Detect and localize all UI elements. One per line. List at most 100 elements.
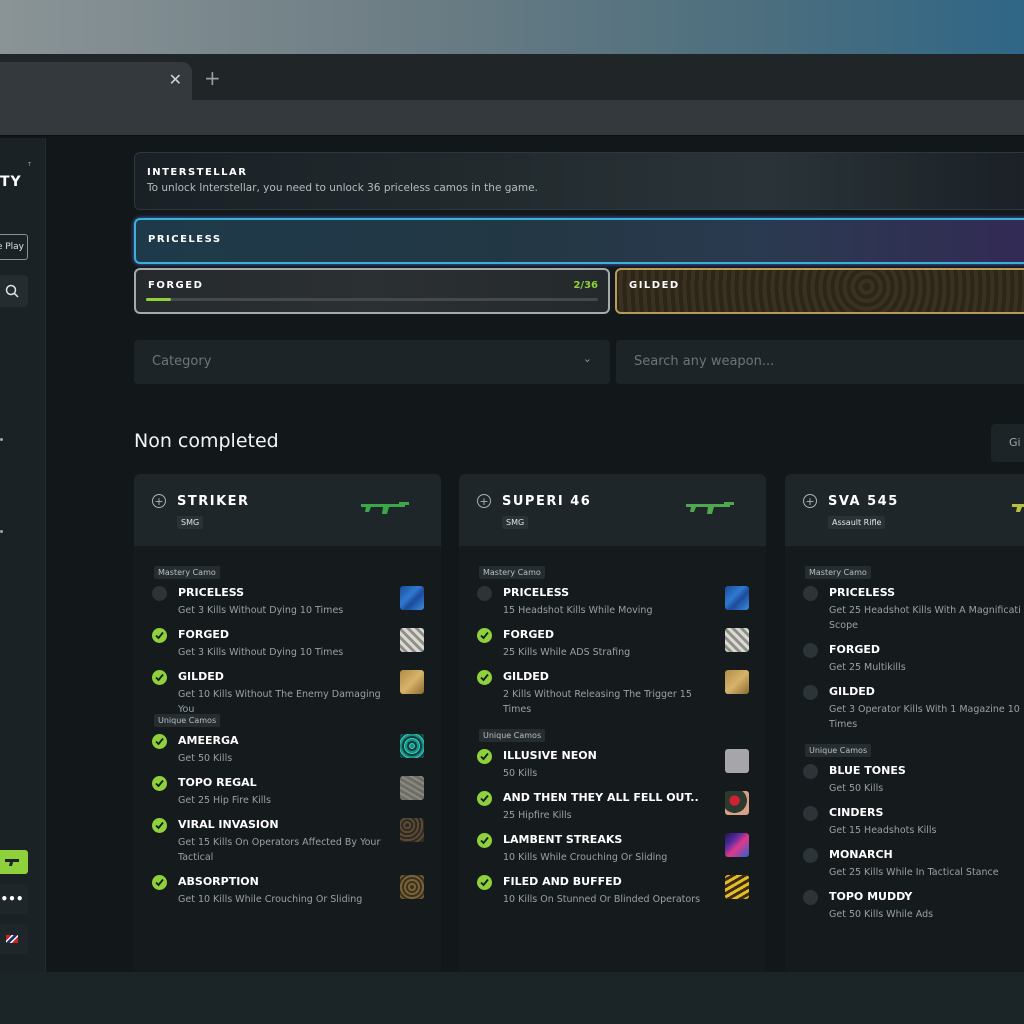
progress-fill — [146, 298, 172, 301]
add-circle-icon[interactable]: + — [803, 494, 817, 508]
unchecked-icon — [803, 643, 818, 658]
progress-count: 2/36 — [573, 280, 598, 291]
camo-name: LAMBENT STREAKS — [503, 833, 623, 846]
search-placeholder: Search any weapon... — [634, 354, 775, 369]
mastery-interstellar[interactable]: INTERSTELLAR To unlock Interstellar, you… — [134, 152, 1024, 210]
camo-description: Get 50 Kills — [178, 753, 233, 764]
address-bar[interactable] — [0, 100, 1024, 136]
weapon-card[interactable]: + SUPERI 46 SMG Mastery Camo PRICELESS 15 Hea… — [459, 474, 766, 972]
mastery-title: GILDED — [629, 280, 680, 291]
camo-description: Get 3 Operator Kills With 1 Magazine 10 … — [829, 704, 1020, 730]
check-icon — [152, 875, 167, 890]
camo-description: 10 Kills While Crouching Or Sliding — [503, 852, 668, 863]
check-icon — [477, 670, 492, 685]
camo-group-label: Unique Camos — [805, 744, 872, 757]
unchecked-icon — [803, 764, 818, 779]
camo-description: Get 15 Headshots Kills — [829, 825, 937, 836]
camo-name: VIRAL INVASION — [178, 818, 279, 831]
page: T TY e Play ••• — [0, 138, 1024, 972]
check-icon — [477, 875, 492, 890]
check-icon — [477, 628, 492, 643]
new-tab-icon[interactable]: + — [204, 66, 221, 90]
gun-icon — [5, 859, 19, 866]
camo-name: CINDERS — [829, 806, 884, 819]
weapon-card-header: + SVA 545 Assault Rifle — [785, 474, 1024, 546]
google-play-button[interactable]: e Play — [0, 234, 28, 260]
search-button[interactable] — [0, 275, 28, 307]
play-label: e Play — [0, 242, 24, 252]
camo-description: Get 3 Kills Without Dying 10 Times — [178, 647, 344, 658]
camo-swatch-icon — [400, 818, 424, 842]
camo-name: GILDED — [503, 670, 549, 683]
camo-group-label: Mastery Camo — [805, 566, 871, 579]
camo-name: ILLUSIVE NEON — [503, 749, 597, 762]
check-icon — [477, 791, 492, 806]
camo-description: 15 Headshot Kills While Moving — [503, 605, 653, 616]
camo-description: Get 15 Kills On Operators Affected By Yo… — [178, 837, 381, 863]
sort-label: Gi — [1009, 436, 1021, 449]
unchecked-icon — [803, 685, 818, 700]
unchecked-icon — [152, 586, 167, 601]
camo-name: MONARCH — [829, 848, 893, 861]
add-circle-icon[interactable]: + — [477, 494, 491, 508]
weapon-name: SVA 545 — [828, 494, 899, 509]
camo-description: Get 25 Multikills — [829, 662, 906, 673]
camo-description: Get 50 Kills While Ads — [829, 909, 934, 920]
check-icon — [152, 670, 167, 685]
weapons-button[interactable] — [0, 850, 28, 874]
camo-group-label: Unique Camos — [479, 729, 546, 742]
desktop-background — [0, 0, 1024, 54]
camo-name: BLUE TONES — [829, 764, 906, 777]
camo-name: ABSORPTION — [178, 875, 259, 888]
camo-name: TOPO MUDDY — [829, 890, 913, 903]
unchecked-icon — [803, 806, 818, 821]
camo-swatch-icon — [400, 670, 424, 694]
camo-description: Get 10 Kills Without The Enemy Damaging … — [178, 689, 381, 715]
camo-description: 25 Hipfire Kills — [503, 810, 572, 821]
progress-bar — [146, 298, 598, 301]
weapon-card-header: + STRIKER SMG — [134, 474, 441, 546]
chevron-down-icon: ⌄ — [582, 352, 592, 365]
camo-description: 50 Kills — [503, 768, 538, 779]
more-icon: ••• — [0, 892, 24, 906]
main-content: INTERSTELLAR To unlock Interstellar, you… — [134, 138, 1024, 972]
camo-name: GILDED — [178, 670, 224, 683]
camo-description: Get 50 Kills — [829, 783, 884, 794]
logo-small-text: T — [28, 162, 32, 168]
weapon-type-badge: SMG — [502, 516, 529, 529]
weapon-type-badge: Assault Rifle — [828, 516, 886, 529]
camo-swatch-icon — [400, 628, 424, 652]
sidebar-dot — [0, 438, 3, 441]
camo-swatch-icon — [725, 749, 749, 773]
sidebar: T TY e Play ••• — [0, 138, 46, 972]
mastery-forged[interactable]: FORGED 2/36 — [134, 268, 610, 314]
mastery-priceless[interactable]: PRICELESS — [134, 218, 1024, 264]
mastery-gilded[interactable]: GILDED — [615, 268, 1024, 314]
browser-tab[interactable]: ✕ — [0, 62, 192, 100]
mastery-description: To unlock Interstellar, you need to unlo… — [147, 182, 538, 194]
unchecked-icon — [803, 848, 818, 863]
more-button[interactable]: ••• — [0, 884, 28, 914]
camo-description: Get 25 Kills While In Tactical Stance — [829, 867, 999, 878]
weapon-card[interactable]: + STRIKER SMG Mastery Camo PRICELESS Get 3 Ki… — [134, 474, 441, 972]
camo-swatch-icon — [725, 791, 749, 815]
close-tab-icon[interactable]: ✕ — [169, 70, 182, 89]
camo-name: FORGED — [178, 628, 230, 641]
language-button[interactable] — [0, 924, 28, 954]
mastery-title: PRICELESS — [148, 234, 222, 245]
camo-description: Get 3 Kills Without Dying 10 Times — [178, 605, 344, 616]
uk-flag-icon — [6, 935, 18, 943]
weapon-search-input[interactable]: Search any weapon... — [616, 340, 1024, 384]
category-select[interactable]: Category ⌄ — [134, 340, 610, 384]
sort-button[interactable]: Gi — [991, 424, 1024, 462]
weapon-image — [361, 502, 409, 514]
search-icon — [5, 284, 19, 298]
weapon-image — [1012, 504, 1024, 512]
camo-swatch-icon — [725, 670, 749, 694]
camo-swatch-icon — [725, 628, 749, 652]
weapon-card[interactable]: + SVA 545 Assault Rifle Mastery Camo PRICELE… — [785, 474, 1024, 972]
add-circle-icon[interactable]: + — [152, 494, 166, 508]
camo-description: 2 Kills Without Releasing The Trigger 15… — [503, 689, 692, 715]
camo-swatch-icon — [725, 875, 749, 899]
camo-swatch-icon — [400, 875, 424, 899]
